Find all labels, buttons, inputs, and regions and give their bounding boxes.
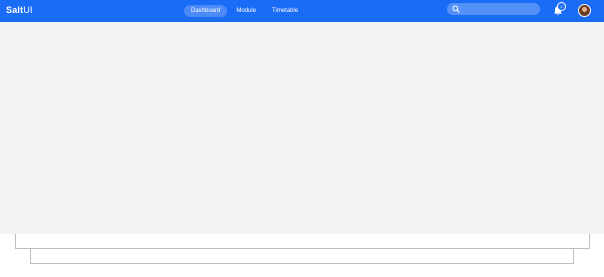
logo-text-light: UI (23, 5, 33, 15)
nav-item-dashboard[interactable]: Dashboard (184, 5, 228, 17)
notification-count-badge: 2 (557, 2, 566, 11)
nav-item-timetable[interactable]: Timetable (265, 5, 305, 17)
stacked-card-layer-back (30, 249, 574, 264)
nav-item-module[interactable]: Module (229, 5, 263, 17)
app-logo[interactable]: SaltUI (6, 5, 33, 15)
search-icon (452, 5, 460, 13)
main-nav: Dashboard Module Timetable (184, 5, 305, 17)
logo-text-bold: Salt (6, 5, 24, 15)
main-content-area (0, 22, 604, 234)
search-input[interactable] (461, 3, 536, 15)
search-box[interactable] (447, 3, 540, 15)
stacked-card-layer (15, 234, 590, 249)
user-avatar[interactable] (578, 4, 591, 17)
top-navigation-bar: SaltUI Dashboard Module Timetable 2 (0, 0, 604, 22)
